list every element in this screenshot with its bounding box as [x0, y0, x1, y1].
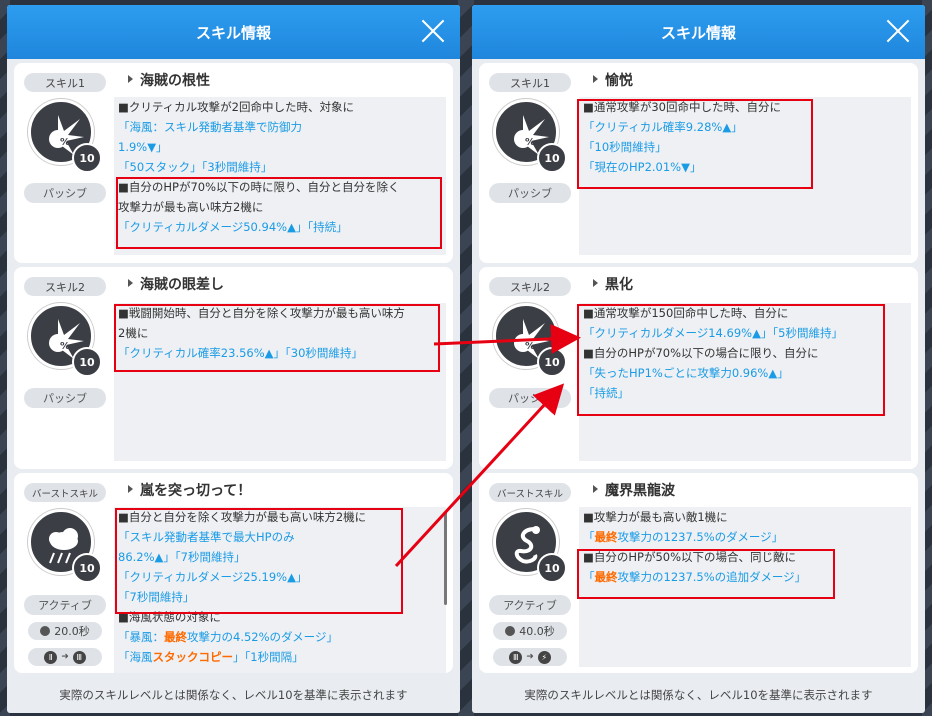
annotation-arrows [394, 323, 581, 568]
arrow-skill2-to-skill2 [433, 323, 581, 354]
arrow-skill3-to-skill2 [394, 383, 565, 568]
